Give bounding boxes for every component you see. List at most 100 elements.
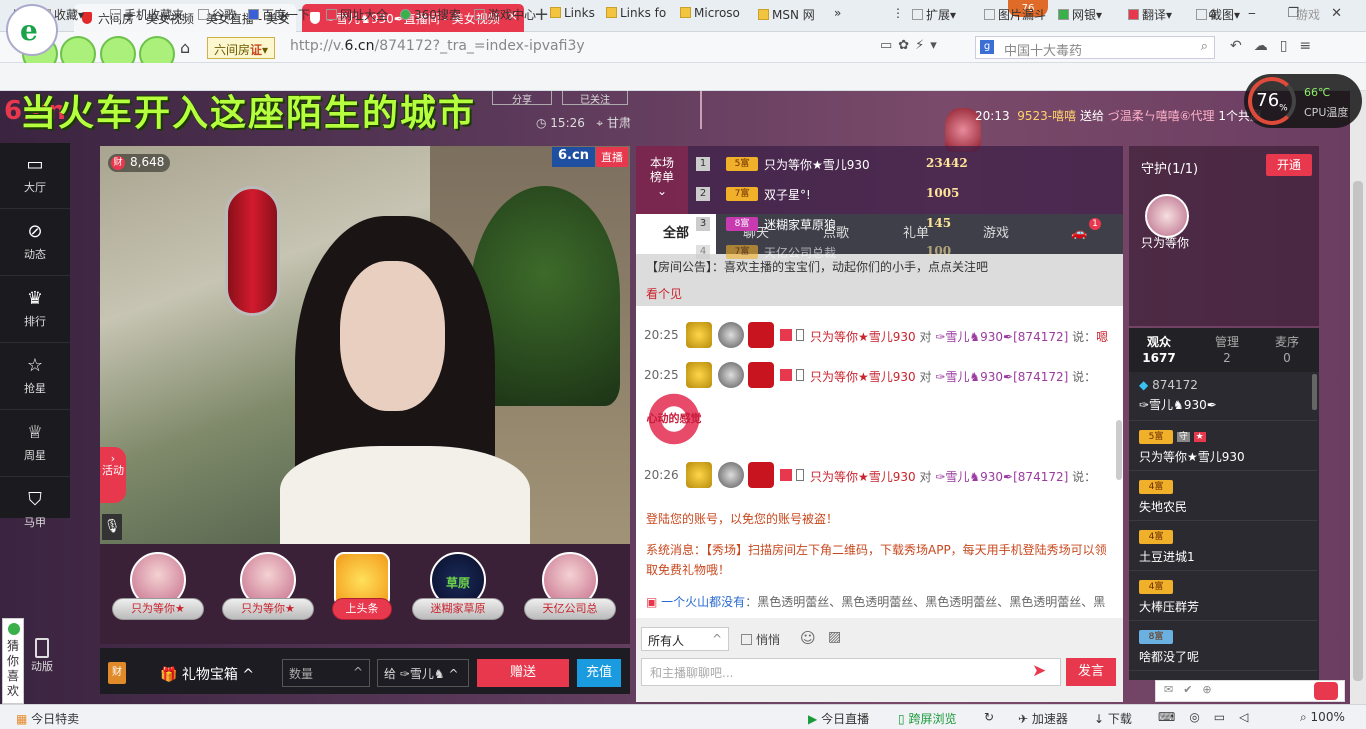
share-button[interactable]: 分享 [492,91,552,106]
audience-scrollbar[interactable] [1312,374,1317,410]
site-verify-badge[interactable]: 六间房证▾ [207,37,276,59]
search-engine-icon[interactable]: g [980,40,994,54]
image-icon[interactable]: ▨ [828,629,841,645]
gift-recipient-select[interactable]: 给 ✑雪儿♞ ^ [377,659,469,687]
crown-icon [686,362,712,388]
gamepad-icon [474,9,485,20]
search-input[interactable]: g 中国十大毒药 ⌕ [975,36,1215,59]
today-live[interactable]: ▶ 今日直播 [808,710,869,727]
quantity-input[interactable]: 数量 ^ [282,659,370,687]
chat-message: 20:25 只为等你★雪儿930 对 ✑雪儿♞930✒[874172] 说： [644,362,1104,388]
audience-list: ◆ 874172 ✑雪儿♞930✒ 5富 守 ★ 只为等你★雪儿930 4富 失地农民… [1129,372,1319,680]
history-icon[interactable]: ↻ [984,710,994,724]
download[interactable]: ↓ 下载 [1094,710,1132,727]
bookmark-mobile[interactable]: 手机收藏夹 [110,6,184,23]
cpu-temperature-widget[interactable]: 76% 66℃ CPU温度 [1244,74,1362,128]
cross-screen[interactable]: ▯ 跨屏浏览 [898,710,956,727]
gift-box-button[interactable]: 🎁 礼物宝箱 ^ [160,664,254,684]
liujianfang-favicon-icon [310,12,320,24]
bookmarks-more-button[interactable]: » [834,6,841,20]
bookmark-msn[interactable]: MSN 网 [758,6,815,23]
bookmark-microsoft[interactable]: Microso [680,6,740,20]
paper-plane-icon[interactable]: ➤ [1032,661,1046,681]
zoom-level[interactable]: ⌕ 100% [1300,710,1345,725]
tab-audience[interactable]: 观众 1677 [1129,328,1189,372]
list-item[interactable]: 4富 大棒压群芳 [1129,572,1317,621]
browser-logo-icon[interactable]: e [6,4,58,56]
bookmark-360[interactable]: 360搜索 [400,6,461,23]
rank-row[interactable]: 2 7富 双子星°! 1005 [696,182,1116,210]
guardian-slot[interactable]: 天亿公司总 [524,552,616,620]
tab-mic-queue[interactable]: 麦序 0 [1257,328,1317,372]
ext-translate[interactable]: 翻译▾ [1128,6,1172,23]
avatar[interactable] [1145,194,1189,238]
send-message-button[interactable]: 发言 [1066,658,1116,686]
scrollbar-thumb[interactable] [1353,181,1363,681]
new-tab-button[interactable]: + [534,4,549,25]
url-field[interactable]: http://v.6.cn/874172?_tra_=index-ipvafi3… [290,38,585,54]
ext-screenshot[interactable]: 截图▾ [1196,6,1240,23]
ext-image-funnel[interactable]: 图片漏斗 [984,6,1046,23]
mini-toolbar[interactable]: ✉✔⊕ [1155,680,1345,702]
grid-icon [912,9,923,20]
nav-hall[interactable]: ▭ 大厅 [0,143,70,209]
nav-feed[interactable]: ⊘ 动态 [0,210,70,276]
room-time-location: ◷ 15:26 ⌖ 甘肃 [536,116,631,130]
chat-input[interactable]: 和主播聊聊吧... [641,658,1061,686]
status-tools-icon[interactable]: ⌨◎▭◁ [1158,710,1262,724]
mic-icon[interactable]: 🎙 [102,514,122,540]
wealth-icon[interactable]: 财 [108,662,126,684]
live-video[interactable] [100,146,630,544]
search-icon[interactable]: ⌕ [1201,39,1208,54]
guard-shield-icon [718,362,744,388]
nav-weekly-star[interactable]: ♕ 周星 [0,411,70,477]
guardian-slot[interactable]: 只为等你★ [222,552,314,620]
recharge-button[interactable]: 充值 [577,659,621,687]
list-item[interactable]: 4富 土豆进城1 [1129,522,1317,571]
bookmark-links[interactable]: Links [550,6,595,20]
guess-you-like-button[interactable]: 猜你喜欢 [2,618,24,704]
list-item[interactable]: ◆ 874172 ✑雪儿♞930✒ [1129,372,1317,421]
bookmark-links-fo[interactable]: Links fo [606,6,666,20]
bookmark-baidu[interactable]: 百度一下 [248,6,310,23]
list-item[interactable]: 5富 守 ★ 只为等你★雪儿930 [1129,422,1317,471]
chat-scrollbar[interactable] [1116,420,1122,480]
whisper-checkbox[interactable]: 悄悄 [741,631,780,648]
menu-dots-icon[interactable]: ⋮ [892,6,904,20]
list-item[interactable]: 8富 啥都没了呢 [1129,622,1317,671]
toolbar-icons[interactable]: ↶☁▯≡ [1230,38,1323,54]
bookmark-hao[interactable]: 网址大全 [326,6,388,23]
followed-button[interactable]: 已关注 [562,91,628,106]
page-scrollbar[interactable] [1350,91,1366,704]
recipient-select[interactable]: 所有人 ^ [641,627,729,651]
guard-member-name[interactable]: 只为等你 [1141,234,1189,251]
address-tools-icon[interactable]: ▭✿⚡▾ [880,38,943,53]
mobile-version-button[interactable]: 动版 [26,638,58,682]
accelerator[interactable]: ✈ 加速器 [1018,710,1068,727]
ext-bank[interactable]: 网银▾ [1058,6,1102,23]
home-icon[interactable]: ⌂ [180,38,190,57]
activity-button[interactable]: › 活动 [100,447,126,503]
nav-vest[interactable]: ⛉ 马甲 [0,478,70,544]
rank-row[interactable]: 3 8富 迷糊家草原狼 145 [696,212,1116,240]
guardian-slot[interactable]: 只为等你★ [112,552,204,620]
chat-message: 20:25 只为等你★雪儿930 对 ✑雪儿♞930✒[874172] 说：嗯 [644,322,1108,348]
tab-admin[interactable]: 管理 2 [1197,328,1257,372]
guardian-slot[interactable]: 草原 迷糊家草原 [412,552,504,620]
today-deals[interactable]: ▦ 今日特卖 [16,710,79,727]
bookmark-google[interactable]: 谷歌 [198,6,236,23]
ext-game[interactable]: 游戏 [1296,6,1320,23]
list-item[interactable]: 4富 失地农民 [1129,472,1317,521]
nav-grab-star[interactable]: ☆ 抢星 [0,344,70,410]
nav-ranking[interactable]: ♛ 排行 [0,277,70,343]
rank-row[interactable]: 4 7富 天亿公司总裁 100 [696,240,1116,268]
open-guard-button[interactable]: 开通 [1266,154,1312,176]
message-icon[interactable] [1314,682,1338,700]
phone-icon [796,469,804,481]
headline-button[interactable]: 上头条 [316,552,408,620]
emoji-icon[interactable]: ☺ [800,629,816,647]
rank-row[interactable]: 1 5富 只为等你★雪儿930 23442 [696,152,1116,180]
send-gift-button[interactable]: 赠送 [477,659,569,687]
bookmark-games[interactable]: 游戏中心 [474,6,536,23]
ext-extensions[interactable]: 扩展▾ [912,6,956,23]
